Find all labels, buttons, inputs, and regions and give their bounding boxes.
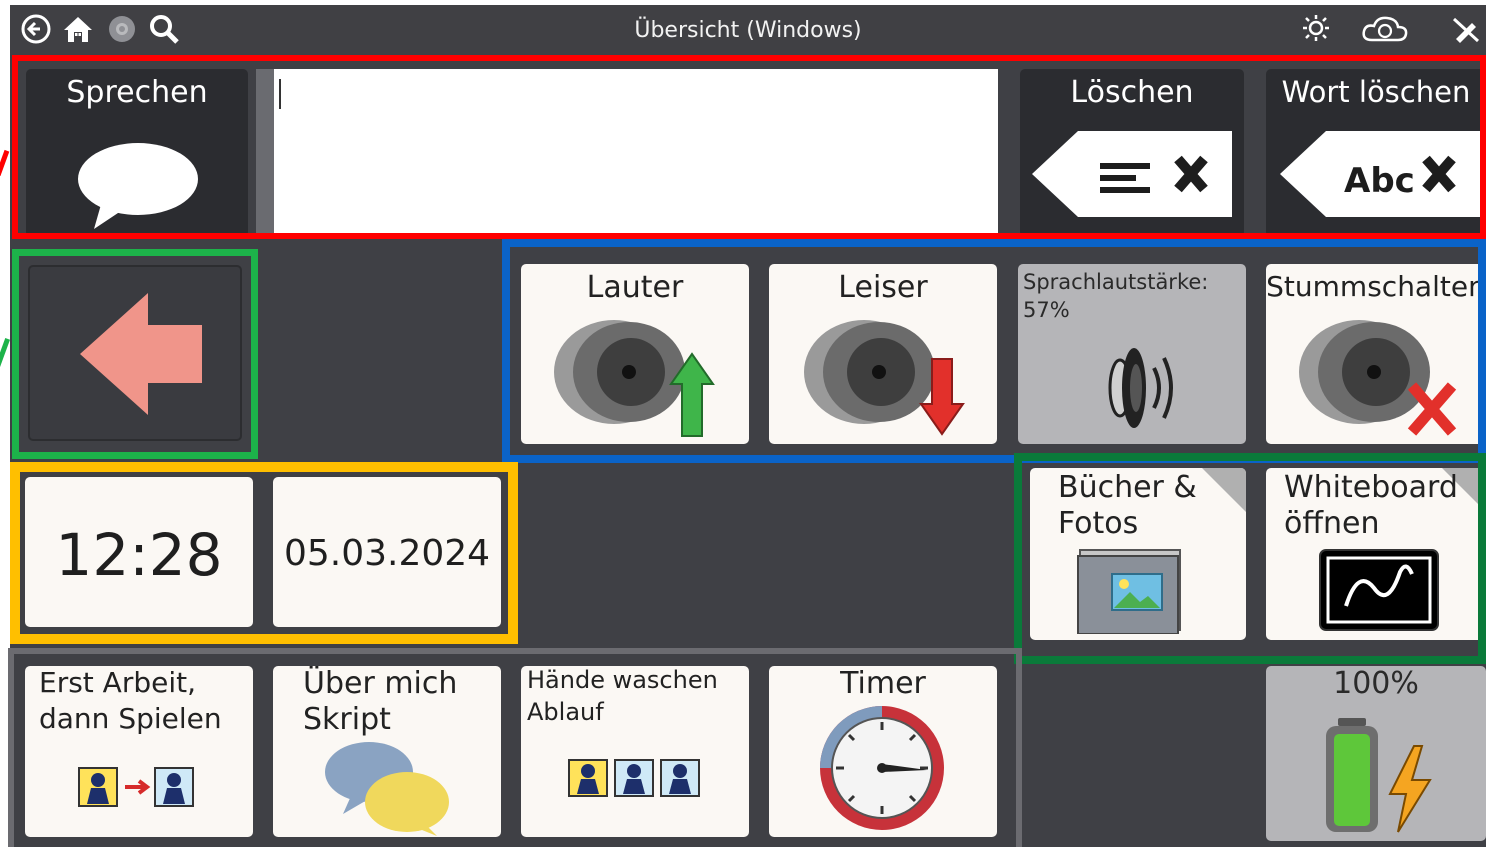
mute-button[interactable]: Stummschalten [1266,264,1486,444]
timer-icon [820,706,944,830]
clear-text-icon [1032,131,1232,217]
delete-word-button[interactable]: Wort löschen Abc [1266,69,1486,237]
louder-button[interactable]: Lauter [521,264,749,444]
volume-up-icon [554,320,715,437]
speech-volume-indicator: Sprachlautstärke: 57% [1018,264,1246,444]
books-photos-button[interactable]: Bücher & Fotos [1030,468,1246,640]
page-title: Übersicht (Windows) [634,18,862,43]
whiteboard-button[interactable]: Whiteboard öffnen [1266,468,1486,640]
whiteboard-label-line1: Whiteboard [1284,470,1458,505]
red-annotation-mark [0,149,10,177]
date-display: 05.03.2024 [273,477,501,627]
top-bar: Übersicht (Windows) [10,5,1486,53]
brightness-icon[interactable] [1300,13,1332,45]
text-cursor [279,79,281,109]
handwash-line2: Ablauf [527,698,604,726]
mute-icon [1299,320,1457,436]
louder-label: Lauter [586,270,684,305]
volume-down-icon [804,320,965,436]
mute-label: Stummschalten [1266,270,1486,303]
back-page-button[interactable] [28,265,242,441]
quieter-button[interactable]: Leiser [769,264,997,444]
timer-button[interactable]: Timer [769,666,997,837]
whiteboard-icon [1319,549,1439,631]
message-bar-divider [256,69,274,237]
delete-word-label: Wort löschen [1281,75,1471,109]
battery-label: 100% [1333,666,1419,701]
time-display: 12:28 [25,477,253,627]
left-arrow-icon [80,293,202,415]
clear-label: Löschen [1070,75,1194,110]
speech-volume-label: Sprachlautstärke: [1023,270,1209,294]
about-me-button[interactable]: Über mich Skript [273,666,501,837]
battery-indicator: 100% [1266,666,1486,841]
about-me-line2: Skript [303,702,391,737]
first-then-line1: Erst Arbeit, [39,666,196,699]
speak-button[interactable]: Sprechen [26,69,248,237]
books-label-line1: Bücher & [1058,470,1197,505]
first-then-button[interactable]: Erst Arbeit, dann Spielen [25,666,253,837]
handwash-line1: Hände waschen [527,666,718,694]
speech-volume-value: 57% [1023,298,1070,322]
folder-corner [1202,468,1246,512]
handwash-button[interactable]: Hände waschen Ablauf [521,666,749,837]
speak-label: Sprechen [66,75,208,110]
quieter-label: Leiser [838,270,928,305]
cloud-sync-icon[interactable] [1360,13,1410,45]
date-text: 05.03.2024 [283,533,491,574]
message-text-area[interactable] [274,69,998,237]
books-label-line2: Fotos [1058,506,1139,541]
conversation-bubbles-icon [325,742,449,836]
clear-button[interactable]: Löschen [1020,69,1244,237]
timer-label: Timer [840,666,926,701]
green-annotation-mark [0,338,10,368]
delete-word-icon-text: Abc [1344,161,1415,201]
about-me-line1: Über mich [303,666,458,701]
battery-charging-icon [1326,718,1432,833]
speaker-icon [1108,348,1173,428]
time-text: 12:28 [55,521,223,589]
speech-bubble-icon [78,143,198,229]
first-then-line2: dann Spielen [39,702,222,735]
photo-album-icon [1077,549,1181,634]
handwash-steps-icon [568,759,700,797]
whiteboard-label-line2: öffnen [1284,506,1380,541]
first-then-symbols-icon [78,767,194,807]
edit-off-icon[interactable] [1450,13,1482,45]
